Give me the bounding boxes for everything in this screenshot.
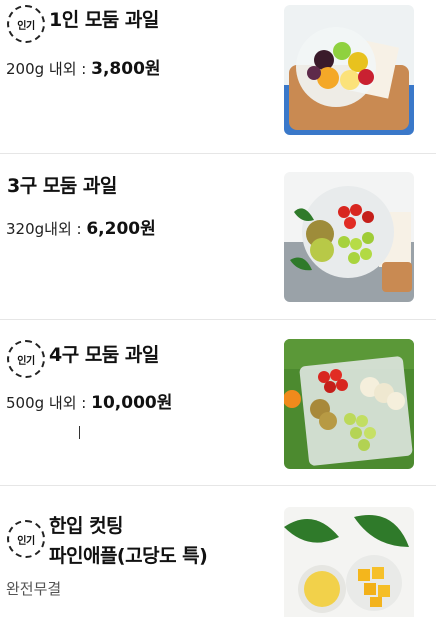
product-item-1[interactable]: 인기 1인 모둠 과일 200g 내외 : 3,800원 xyxy=(0,0,436,154)
product-title-row: 인기 4구 모둠 과일 xyxy=(7,340,159,378)
weight-label: 320g내외 : xyxy=(6,220,87,238)
product-status: 완전무결 xyxy=(6,580,62,598)
product-title: 한입 컷팅 파인애플(고당도 특) xyxy=(49,511,208,571)
product-item-3[interactable]: 인기 4구 모둠 과일 500g 내외 : 10,000원 xyxy=(0,320,436,486)
weight-label: 200g 내외 : xyxy=(6,60,92,78)
product-title-line-2: 파인애플(고당도 특) xyxy=(49,545,208,567)
product-price: 500g 내외 : 10,000원 xyxy=(6,388,172,413)
product-title-row: 인기 한입 컷팅 파인애플(고당도 특) xyxy=(7,511,208,571)
product-title-row: 인기 1인 모둠 과일 xyxy=(7,5,159,43)
price-amount: 3,800원 xyxy=(91,59,161,79)
price-amount: 6,200원 xyxy=(86,219,156,239)
kiwi-grape-tomato-bowl-image[interactable] xyxy=(284,172,414,302)
product-item-4[interactable]: 인기 한입 컷팅 파인애플(고당도 특) 완전무결 xyxy=(0,487,436,627)
product-price: 200g 내외 : 3,800원 xyxy=(6,54,161,79)
text-cursor xyxy=(79,426,80,439)
weight-label: 500g 내외 : xyxy=(6,394,92,412)
fruit-cup-image[interactable] xyxy=(284,5,414,135)
product-title: 1인 모둠 과일 xyxy=(49,9,159,31)
four-compartment-fruit-tray-image[interactable] xyxy=(284,339,414,469)
product-title: 3구 모둠 과일 xyxy=(7,175,117,197)
popular-badge: 인기 xyxy=(7,5,45,43)
popular-badge: 인기 xyxy=(7,340,45,378)
product-title: 4구 모둠 과일 xyxy=(49,344,159,366)
popular-badge: 인기 xyxy=(7,520,45,558)
product-price: 320g내외 : 6,200원 xyxy=(6,214,156,239)
product-title-row: 3구 모둠 과일 xyxy=(7,171,117,201)
pineapple-bowl-image[interactable] xyxy=(284,507,414,617)
product-title-line-1: 한입 컷팅 xyxy=(49,515,124,537)
product-item-2[interactable]: 3구 모둠 과일 320g내외 : 6,200원 xyxy=(0,154,436,320)
price-amount: 10,000원 xyxy=(91,393,173,413)
